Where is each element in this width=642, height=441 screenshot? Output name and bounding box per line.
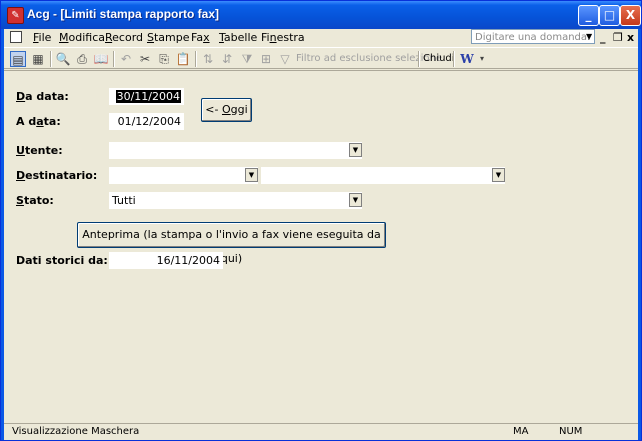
form-menu-icon[interactable]	[10, 31, 22, 43]
status-bar: Visualizzazione Maschera MA NUM	[4, 423, 638, 440]
anteprima-button[interactable]: Anteprima (la stampa o l'invio a fax vie…	[77, 222, 386, 265]
datasheet-view-icon[interactable]: ▦	[30, 51, 46, 67]
menu-tabelle[interactable]: Tabelle	[219, 31, 257, 44]
da-data-field[interactable]: 30/11/2004	[109, 88, 184, 105]
book-icon[interactable]: 📖	[93, 51, 109, 67]
status-indicator-ma: MA	[513, 426, 529, 437]
stato-dropdown-icon[interactable]: ▼	[349, 193, 362, 207]
word-icon[interactable]: W	[459, 51, 475, 67]
close-form-button[interactable]: Chiudi	[423, 53, 455, 64]
help-question-input[interactable]: Digitare una domanda.	[471, 29, 595, 44]
window-title: Acg - [Limiti stampa rapporto fax]	[27, 7, 220, 21]
menu-record[interactable]: Record	[105, 31, 143, 44]
maximize-button[interactable]: □	[599, 5, 620, 26]
close-button[interactable]: X	[620, 5, 641, 26]
toolbar: ▤ ▦ 🔍 ⎙ 📖 ↶ ✂ ⎘ 📋 ⇅ ⇵ ⧩ ⊞ ▽ Filtro ad es…	[4, 47, 638, 69]
destinatario-label: Destinatario:	[16, 169, 98, 182]
a-data-field[interactable]: 01/12/2004	[109, 113, 184, 130]
oggi-button[interactable]: <- Oggi	[201, 98, 252, 122]
cut-icon[interactable]: ✂	[137, 51, 153, 67]
mdi-close-button[interactable]: x	[627, 31, 634, 44]
utente-dropdown-icon[interactable]: ▼	[349, 143, 362, 157]
utente-label: Utente:	[16, 144, 63, 157]
sort-descending-icon[interactable]: ⇵	[219, 51, 235, 67]
copy-icon[interactable]: ⎘	[156, 51, 172, 67]
destinatario-combobox[interactable]	[109, 167, 258, 184]
print-preview-icon[interactable]: 🔍	[55, 51, 71, 67]
print-icon[interactable]: ⎙	[74, 51, 90, 67]
word-dropdown-icon[interactable]: ▾	[474, 51, 490, 67]
access-app-icon[interactable]: ✎	[7, 7, 24, 24]
toolbar-separator	[453, 51, 455, 67]
undo-icon[interactable]: ↶	[118, 51, 134, 67]
da-data-value: 30/11/2004	[115, 90, 181, 103]
app-window: ✎ Acg - [Limiti stampa rapporto fax] _ □…	[0, 0, 642, 441]
dati-storici-field[interactable]: 16/11/2004	[109, 252, 223, 269]
form-view-icon[interactable]: ▤	[10, 51, 26, 67]
toolbar-separator	[113, 51, 115, 67]
minimize-button[interactable]: _	[578, 5, 599, 26]
menu-file[interactable]: File	[33, 31, 51, 44]
toolbar-separator	[418, 51, 420, 67]
filter-by-selection-icon[interactable]: ⧩	[239, 51, 255, 67]
client-area: File Modifica Record Stampe Fax Tabelle …	[4, 29, 638, 440]
toolbar-separator	[50, 51, 52, 67]
sort-ascending-icon[interactable]: ⇅	[200, 51, 216, 67]
status-indicator-num: NUM	[559, 426, 583, 437]
menu-finestra[interactable]: Finestra	[261, 31, 305, 44]
mdi-restore-button[interactable]: ❐	[613, 31, 623, 44]
form-body: Da data: 30/11/2004 A data: 01/12/2004 <…	[4, 70, 638, 423]
filter-exclude-selection-button[interactable]: Filtro ad esclusione selezione	[296, 53, 442, 64]
utente-combobox[interactable]	[109, 142, 362, 159]
destinatario-detail-dropdown-icon[interactable]: ▼	[492, 168, 505, 182]
paste-icon[interactable]: 📋	[175, 51, 191, 67]
destinatario-dropdown-icon[interactable]: ▼	[245, 168, 258, 182]
title-bar[interactable]: ✎ Acg - [Limiti stampa rapporto fax] _ □…	[1, 1, 641, 29]
filter-icon[interactable]: ▽	[277, 51, 293, 67]
menu-modifica[interactable]: Modifica	[59, 31, 105, 44]
stato-label: Stato:	[16, 194, 54, 207]
destinatario-detail-combobox[interactable]	[261, 167, 505, 184]
da-data-label: Da data:	[16, 90, 69, 103]
toolbar-separator	[195, 51, 197, 67]
menu-stampe[interactable]: Stampe	[147, 31, 190, 44]
menu-bar: File Modifica Record Stampe Fax Tabelle …	[4, 29, 638, 47]
a-data-label: A data:	[16, 115, 61, 128]
menu-fax[interactable]: Fax	[191, 31, 210, 44]
status-text: Visualizzazione Maschera	[12, 426, 140, 437]
stato-combobox[interactable]: Tutti	[109, 192, 362, 209]
mdi-minimize-button[interactable]: _	[600, 31, 606, 44]
help-dropdown-icon[interactable]: ▼	[586, 32, 592, 41]
filter-by-form-icon[interactable]: ⊞	[258, 51, 274, 67]
dati-storici-label: Dati storici da:	[16, 254, 108, 267]
